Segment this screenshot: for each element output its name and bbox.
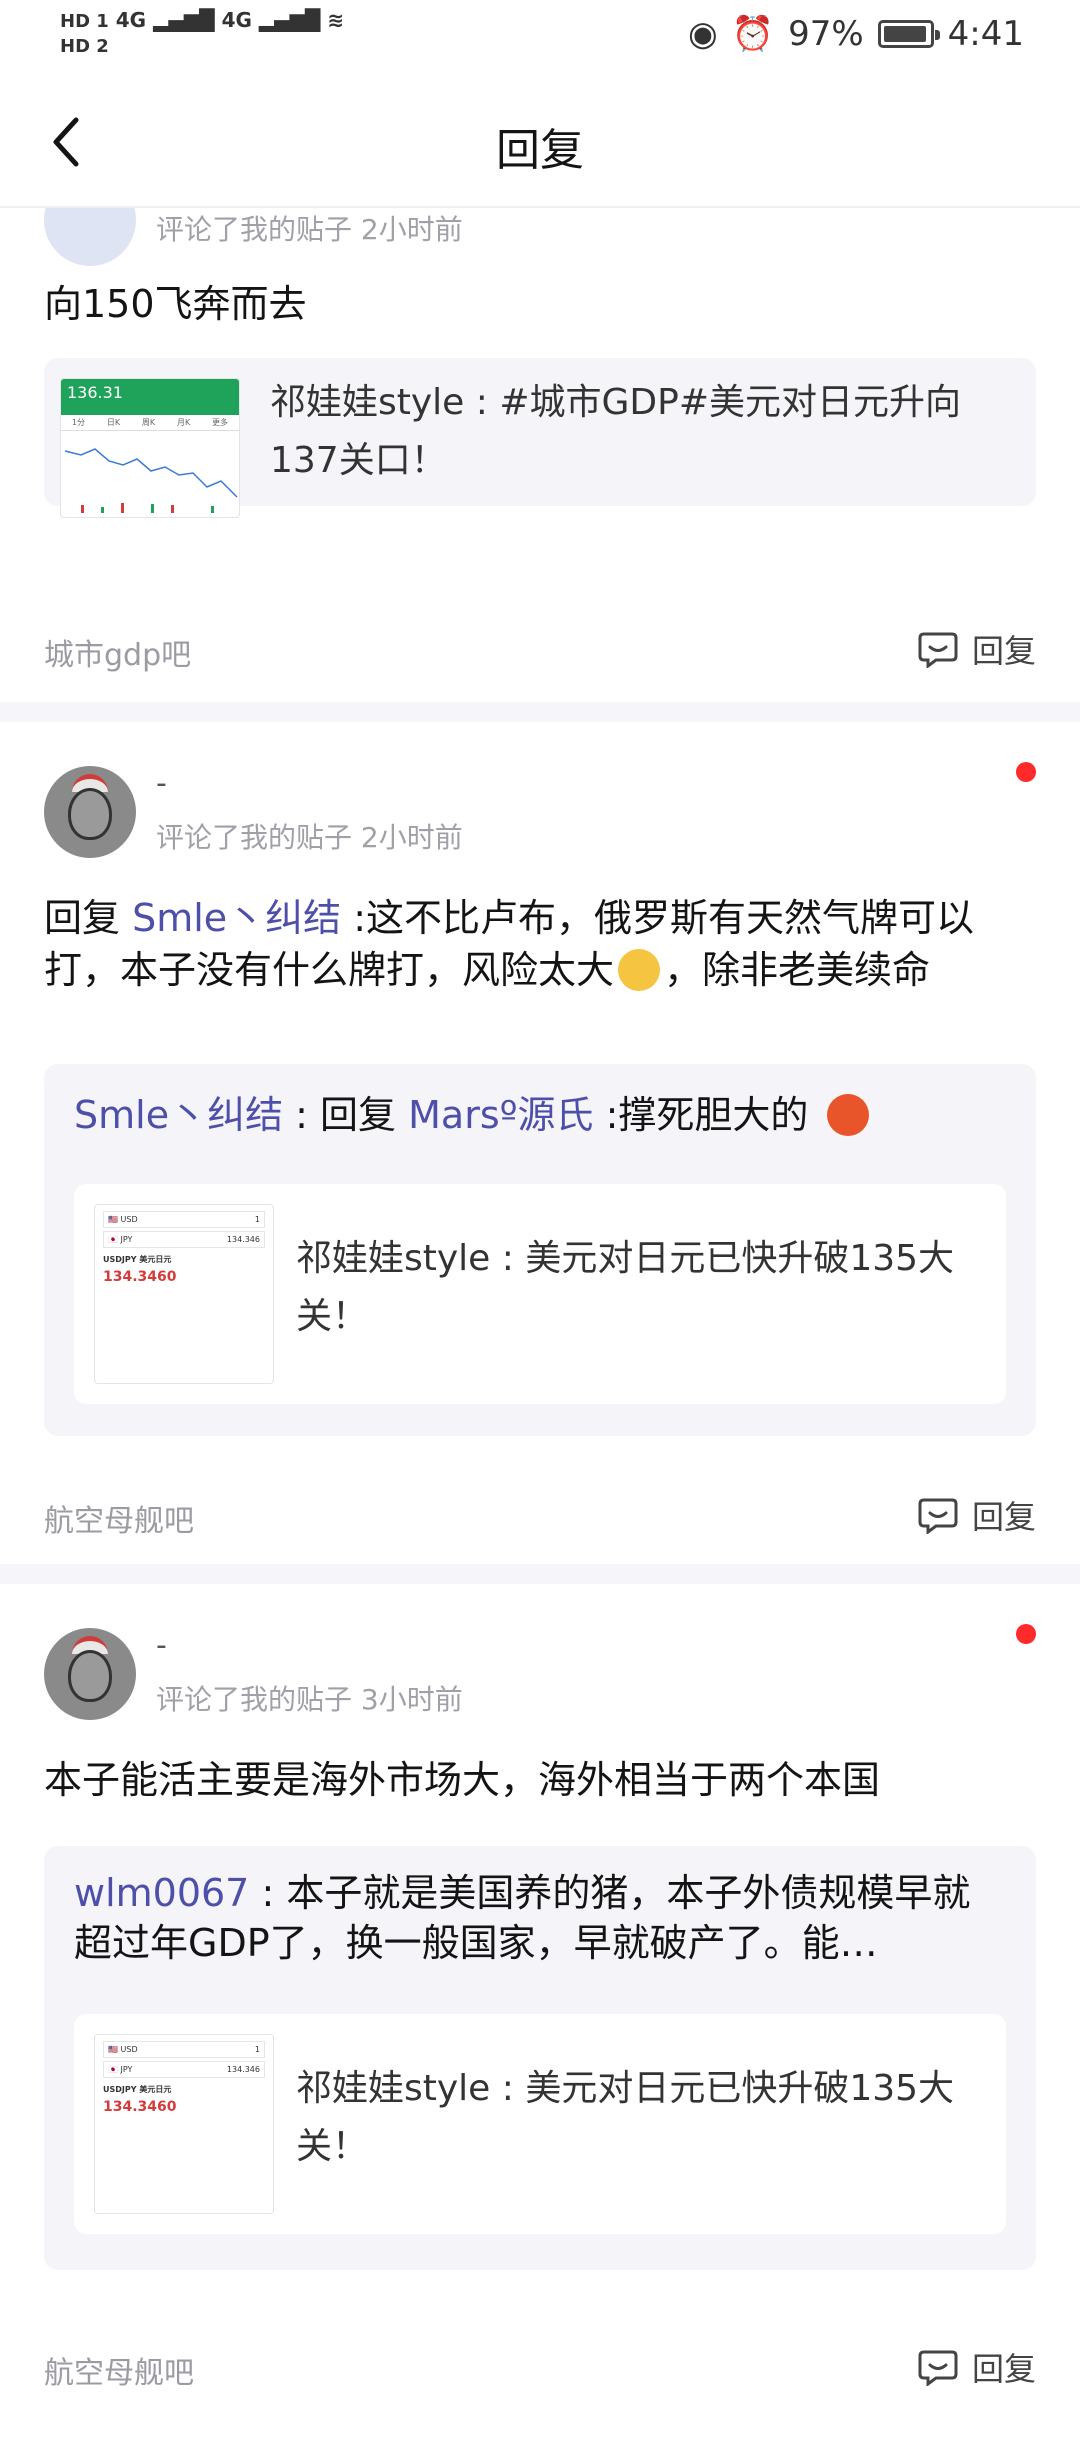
quoted-comment-box[interactable]: Smle丶纠结 : 回复 Marsº源氏 :撑死胆大的 🇺🇸 USD 1 🇯🇵 J… (44, 1064, 1036, 1436)
quoted-post-box[interactable]: 🇺🇸 USD 1 🇯🇵 JPY 134.346 USDJPY 美元日元 134.34… (74, 1184, 1006, 1404)
quote-mention[interactable]: Marsº源氏 (408, 1093, 593, 1137)
reply-content[interactable]: 向150飞奔而去 (44, 278, 1036, 330)
post-thumbnail: 136.31 1分 日K 周K 月K 更多 (60, 378, 240, 518)
quote-mid: : 回复 (283, 1093, 409, 1137)
quote-author[interactable]: Smle丶纠结 (74, 1093, 283, 1137)
quoted-post-text: 祁娃娃style : #城市GDP#美元对日元升向137关口！ (270, 382, 961, 481)
thumb-price: 134.3460 (103, 2099, 177, 2115)
mention-link[interactable]: Smle丶纠结 (132, 896, 341, 940)
reply-button[interactable]: 回复 (918, 626, 1036, 672)
thumb-price: 136.31 (67, 383, 123, 402)
comment-meta: 评论了我的贴子 3小时前 (156, 1683, 463, 1716)
angry-emoji-icon (826, 1094, 869, 1136)
thumb-tab-2: 日K (106, 418, 121, 427)
net1-label: 4G (115, 8, 147, 32)
net2-label: 4G (221, 8, 252, 32)
forum-name[interactable]: 航空母舰吧 (44, 2348, 194, 2392)
notification-feed: 评论了我的贴子 2小时前 向150飞奔而去 136.31 1分 日K 周K 月K… (0, 174, 1080, 2446)
clock: 4:41 (947, 14, 1024, 54)
quoted-comment[interactable]: Smle丶纠结 : 回复 Marsº源氏 :撑死胆大的 (74, 1090, 1006, 1140)
username[interactable]: - (156, 1628, 167, 1663)
flag-jp-icon: 🇯🇵 JPY (108, 1235, 133, 1244)
thumb-price: 134.3460 (103, 1269, 177, 1285)
reply-button[interactable]: 回复 (918, 1492, 1036, 1538)
thumb-input2: 134.346 (226, 1235, 260, 1244)
thumb-pair: USDJPY 美元日元 (103, 2085, 172, 2094)
quoted-comment-box[interactable]: wlm0067 : 本子就是美国养的猪，本子外债规模早就超过年GDP了，换一般国… (44, 1846, 1036, 2270)
thumb-input2: 134.346 (226, 2065, 260, 2074)
reply-label: 回复 (971, 1498, 1036, 1536)
comment-meta: 评论了我的贴子 2小时前 (156, 821, 463, 854)
avatar[interactable] (44, 766, 136, 858)
quoted-post-box[interactable]: 🇺🇸 USD 1 🇯🇵 JPY 134.346 USDJPY 美元日元 134.34… (74, 2014, 1006, 2234)
thumb-input1: 1 (254, 1215, 260, 1224)
forum-name[interactable]: 航空母舰吧 (44, 1496, 194, 1540)
hd1-badge: HD 1 (60, 11, 109, 32)
unread-dot (1016, 1624, 1036, 1644)
comment-meta: 评论了我的贴子 2小时前 (156, 213, 463, 246)
signal-indicators: HD 1 4G ▂▄▆█ 4G ▂▄▆█ ≋ HD 2 (60, 8, 344, 58)
quote-author[interactable]: wlm0067 (74, 1871, 249, 1915)
comment-icon (918, 1498, 958, 1534)
thumb-tab-5: 更多 (212, 418, 229, 427)
username[interactable]: - (156, 766, 167, 801)
quoted-comment[interactable]: wlm0067 : 本子就是美国养的猪，本子外债规模早就超过年GDP了，换一般国… (74, 1868, 1006, 1968)
divider (0, 1564, 1080, 1584)
thumb-line-chart (64, 448, 238, 513)
alarm-icon: ⏰ (731, 14, 775, 54)
status-bar: HD 1 4G ▂▄▆█ 4G ▂▄▆█ ≋ HD 2 ◉ ⏰ 97% 4:41 (0, 0, 1080, 80)
thumb-input1: 1 (254, 2045, 260, 2054)
thumb-tab-1: 1分 (71, 418, 85, 427)
battery-icon (877, 20, 940, 48)
quoted-post-text: 祁娃娃style : 美元对日元已快升破135大关！ (296, 1238, 955, 1337)
wifi-icon: ≋ (327, 8, 345, 32)
unamused-emoji-icon (618, 949, 661, 991)
avatar[interactable] (44, 1628, 136, 1720)
reply-content[interactable]: 本子能活主要是海外市场大，海外相当于两个本国 (44, 1754, 1036, 1806)
thumb-tab-3: 周K (141, 418, 156, 427)
divider (0, 702, 1080, 722)
flag-jp-icon: 🇯🇵 JPY (108, 2065, 133, 2074)
flag-us-icon: 🇺🇸 USD (108, 2045, 138, 2054)
comment-icon (918, 632, 958, 668)
quote-body: :撑死胆大的 (593, 1093, 809, 1137)
thumb-tab-4: 月K (176, 418, 191, 427)
page-title: 回复 (496, 125, 584, 176)
reply-prefix: 回复 (44, 896, 133, 940)
reply-label: 回复 (971, 2350, 1036, 2388)
hd2-badge: HD 2 (60, 36, 109, 57)
comment-icon (918, 2350, 958, 2386)
reply-suffix: ，除非老美续命 (664, 948, 931, 992)
battery-percent: 97% (788, 14, 864, 54)
forum-name[interactable]: 城市gdp吧 (44, 630, 191, 674)
thumb-pair: USDJPY 美元日元 (103, 1255, 172, 1264)
post-thumbnail: 🇺🇸 USD 1 🇯🇵 JPY 134.346 USDJPY 美元日元 134.34… (94, 2034, 274, 2214)
signal-bars-icon-2: ▂▄▆█ (258, 8, 321, 32)
reply-label: 回复 (971, 632, 1036, 670)
flag-us-icon: 🇺🇸 USD (108, 1215, 138, 1224)
reply-button[interactable]: 回复 (918, 2344, 1036, 2390)
reply-card[interactable]: - 评论了我的贴子 2小时前 回复 Smle丶纠结 :这不比卢布，俄罗斯有天然气… (0, 722, 1080, 1564)
top-nav: 回复 (0, 80, 1080, 208)
status-right: ◉ ⏰ 97% 4:41 (688, 14, 1024, 54)
eye-icon: ◉ (688, 14, 718, 54)
reply-card[interactable]: - 评论了我的贴子 3小时前 本子能活主要是海外市场大，海外相当于两个本国 wl… (0, 1584, 1080, 2446)
reply-content[interactable]: 回复 Smle丶纠结 :这不比卢布，俄罗斯有天然气牌可以打，本子没有什么牌打，风… (44, 892, 1036, 996)
reply-card[interactable]: 评论了我的贴子 2小时前 向150飞奔而去 136.31 1分 日K 周K 月K… (0, 174, 1080, 702)
signal-bars-icon: ▂▄▆█ (153, 8, 215, 32)
quoted-post-box[interactable]: 136.31 1分 日K 周K 月K 更多 祁娃娃style : #城市GDP#… (44, 358, 1036, 518)
thumb-tabs: 1分 日K 周K 月K 更多 (61, 415, 239, 431)
unread-dot (1016, 762, 1036, 782)
quoted-post-text: 祁娃娃style : 美元对日元已快升破135大关！ (296, 2068, 955, 2167)
post-thumbnail: 🇺🇸 USD 1 🇯🇵 JPY 134.346 USDJPY 美元日元 134.34… (94, 1204, 274, 1384)
